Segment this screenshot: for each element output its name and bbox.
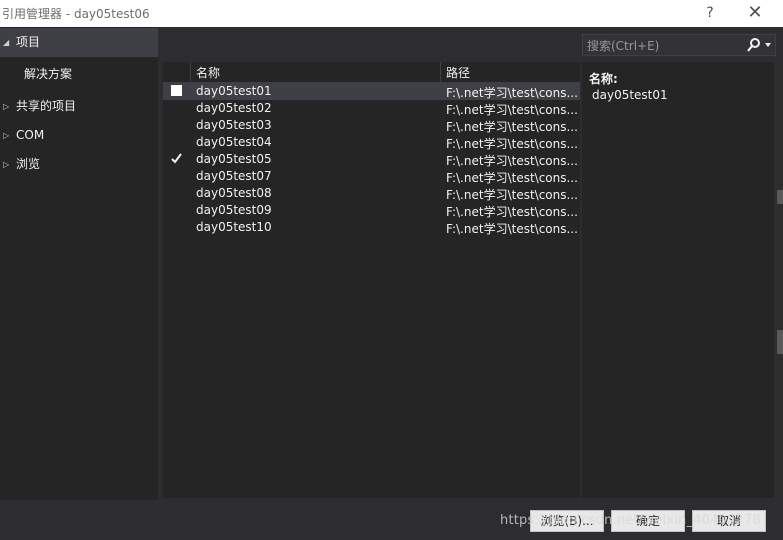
nav-label: 解决方案 <box>24 67 73 81</box>
row-name: day05test10 <box>196 220 272 234</box>
checkbox[interactable] <box>171 119 182 130</box>
table-row[interactable]: day05test10 F:\.net学习\test\cons... <box>163 219 580 236</box>
detail-name-value: day05test01 <box>592 88 668 102</box>
table-row[interactable]: day05test07 F:\.net学习\test\cons... <box>163 168 580 185</box>
expand-right-icon: ▷ <box>3 102 10 111</box>
row-name: day05test01 <box>196 84 272 98</box>
detail-name-label: 名称: <box>589 72 618 86</box>
row-name: day05test05 <box>196 152 272 166</box>
table-row[interactable]: day05test05 F:\.net学习\test\cons... <box>163 151 580 168</box>
checkbox[interactable] <box>171 221 182 232</box>
list-header: 名称 路径 <box>163 62 580 83</box>
checkbox[interactable] <box>171 102 182 113</box>
row-path: F:\.net学习\test\cons... <box>446 222 578 236</box>
row-name: day05test04 <box>196 135 272 149</box>
row-path: F:\.net学习\test\cons... <box>446 86 578 100</box>
window-title: 引用管理器 - day05test06 <box>2 7 150 21</box>
checkbox[interactable] <box>171 85 182 96</box>
row-name: day05test02 <box>196 101 272 115</box>
nav-item-browse[interactable]: ▷ 浏览 <box>0 150 158 179</box>
search-input[interactable]: 搜索(Ctrl+E) <box>582 34 776 56</box>
checkbox[interactable] <box>171 136 182 147</box>
nav-item-shared-projects[interactable]: ▷ 共享的项目 <box>0 92 158 121</box>
help-button[interactable]: ? <box>695 2 725 24</box>
column-header-path[interactable]: 路径 <box>446 64 470 81</box>
row-path: F:\.net学习\test\cons... <box>446 154 578 168</box>
nav-label: COM <box>16 128 45 142</box>
row-path: F:\.net学习\test\cons... <box>446 171 578 185</box>
row-path: F:\.net学习\test\cons... <box>446 137 578 151</box>
search-placeholder: 搜索(Ctrl+E) <box>587 39 660 53</box>
row-path: F:\.net学习\test\cons... <box>446 205 578 219</box>
row-name: day05test03 <box>196 118 272 132</box>
expand-right-icon: ▷ <box>3 131 10 140</box>
row-name: day05test09 <box>196 203 272 217</box>
nav-label: 共享的项目 <box>16 99 77 113</box>
checkbox[interactable] <box>171 204 182 215</box>
nav-label: 浏览 <box>16 157 41 171</box>
nav-label: 项目 <box>16 35 41 49</box>
nav-item-com[interactable]: ▷ COM <box>0 121 158 150</box>
scroll-edge-mark <box>777 190 783 204</box>
expand-right-icon: ▷ <box>3 160 10 169</box>
row-path: F:\.net学习\test\cons... <box>446 120 578 134</box>
table-row[interactable]: day05test03 F:\.net学习\test\cons... <box>163 117 580 134</box>
checkbox[interactable] <box>171 187 182 198</box>
table-row[interactable]: day05test04 F:\.net学习\test\cons... <box>163 134 580 151</box>
nav-item-solution[interactable]: 解决方案 <box>0 60 158 89</box>
search-icon[interactable] <box>745 37 773 53</box>
table-row[interactable]: day05test09 F:\.net学习\test\cons... <box>163 202 580 219</box>
watermark-text: https://blog.csdn.net/weixin_40405278 <box>500 513 761 528</box>
row-path: F:\.net学习\test\cons... <box>446 103 578 117</box>
detail-pane: 名称: day05test01 <box>582 62 774 498</box>
row-path: F:\.net学习\test\cons... <box>446 188 578 202</box>
column-divider <box>190 62 191 82</box>
title-bar: 引用管理器 - day05test06 ? ✕ <box>0 0 783 27</box>
nav-item-projects[interactable]: ◢ 项目 <box>0 28 158 57</box>
row-name: day05test08 <box>196 186 272 200</box>
column-divider[interactable] <box>440 62 441 82</box>
table-row[interactable]: day05test08 F:\.net学习\test\cons... <box>163 185 580 202</box>
table-row[interactable]: day05test02 F:\.net学习\test\cons... <box>163 100 580 117</box>
close-button[interactable]: ✕ <box>740 2 770 24</box>
checkmark-icon[interactable] <box>171 153 182 164</box>
category-nav: ◢ 项目 解决方案 ▷ 共享的项目 ▷ COM ▷ 浏览 <box>0 27 158 500</box>
checkbox[interactable] <box>171 170 182 181</box>
column-header-name[interactable]: 名称 <box>196 64 220 81</box>
scroll-edge-mark <box>777 330 783 354</box>
table-row[interactable]: day05test01 F:\.net学习\test\cons... <box>163 83 580 100</box>
row-name: day05test07 <box>196 169 272 183</box>
reference-list: 名称 路径 day05test01 F:\.net学习\test\cons... d… <box>163 62 580 498</box>
expand-down-icon: ◢ <box>3 38 10 47</box>
